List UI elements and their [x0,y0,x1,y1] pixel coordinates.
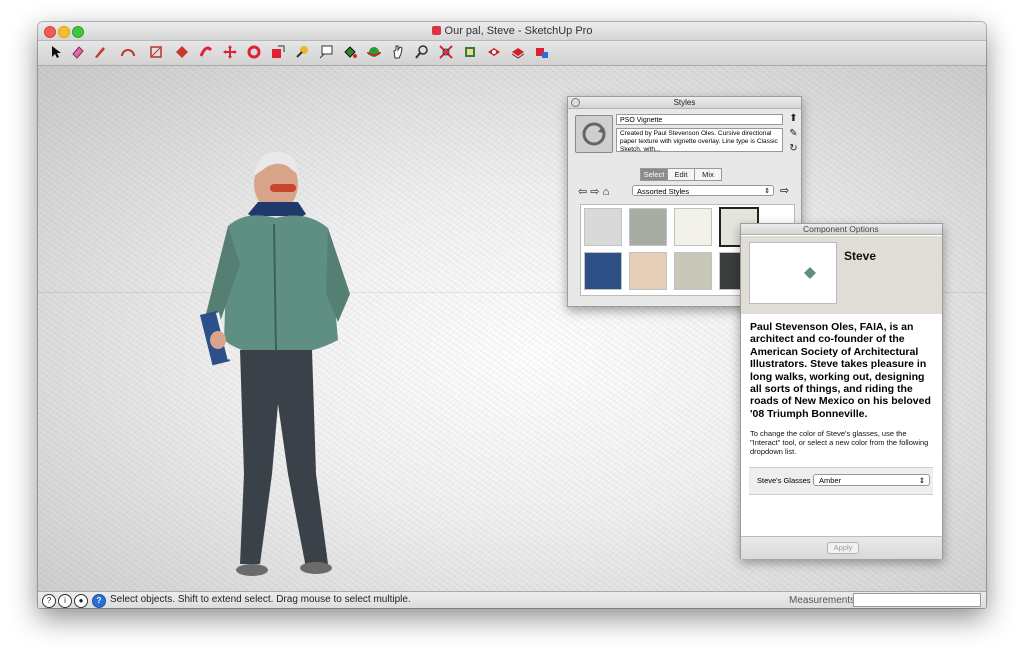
style-name-field[interactable]: PSO Vignette [616,114,783,125]
tab-edit[interactable]: Edit [667,168,695,181]
glasses-option-label: Steve's Glasses [757,476,811,485]
component-options-panel: Component Options Steve Paul Stevenson O… [740,223,943,559]
styles-tabs: Select Edit Mix [640,168,722,181]
rotate-tool-icon[interactable] [246,44,262,60]
measurements-label: Measurements [789,595,856,606]
component-name: Steve [844,249,877,263]
component-help-text: To change the color of Steve's glasses, … [750,429,929,456]
document-icon [431,26,441,35]
window-title: Our pal, Steve - SketchUp Pro [38,25,986,37]
orbit-tool-icon[interactable] [366,44,382,60]
eraser-tool-icon[interactable] [70,44,86,60]
zoom-extents-tool-icon[interactable] [438,44,454,60]
style-description-field[interactable]: Created by Paul Stevenson Oles. Cursive … [616,128,783,152]
component-header: Steve [741,236,942,314]
style-swatch[interactable] [674,208,712,246]
collection-dropdown[interactable]: Assorted Styles ⇕ [632,185,774,196]
close-panel-button[interactable] [571,98,580,107]
pencil-tool-icon[interactable] [92,44,108,60]
follow-me-tool-icon[interactable] [198,44,214,60]
push-pull-tool-icon[interactable] [174,44,190,60]
status-bar: ? i ● ? Select objects. Shift to extend … [38,591,986,608]
style-swatch[interactable] [629,208,667,246]
user-account-icon[interactable]: ● [74,594,88,608]
style-swatch[interactable] [584,208,622,246]
component-panel-title: Component Options [741,224,942,235]
status-hint: Select objects. Shift to extend select. … [110,594,411,605]
create-style-icon[interactable]: ⬆ [788,113,799,124]
back-arrow-icon[interactable]: ⇦ [578,186,587,198]
apply-button[interactable]: Apply [827,542,859,554]
zoom-tool-icon[interactable] [414,44,430,60]
pan-tool-icon[interactable] [390,44,406,60]
move-tool-icon[interactable] [222,44,238,60]
rectangle-tool-icon[interactable] [148,44,164,60]
help-icon[interactable]: ? [92,594,106,608]
glasses-color-dropdown[interactable]: Amber ⇕ [813,474,930,486]
component-footer: Apply [741,536,942,559]
paint-bucket-tool-icon[interactable] [342,44,358,60]
geo-location-icon[interactable]: ? [42,594,56,608]
tab-mix[interactable]: Mix [694,168,722,181]
send-to-layout-icon[interactable] [534,44,550,60]
extension-warehouse-icon[interactable] [510,44,526,60]
dropdown-chevron-icon: ⇕ [918,476,925,485]
tab-select[interactable]: Select [640,168,668,181]
dropdown-chevron-icon: ⇕ [764,188,770,195]
title-bar: Our pal, Steve - SketchUp Pro [38,22,986,41]
current-style-thumbnail[interactable] [575,115,613,153]
scale-tool-icon[interactable] [270,44,286,60]
steve-figure[interactable] [188,144,358,576]
style-swatch[interactable] [584,252,622,290]
credits-icon[interactable]: i [58,594,72,608]
tape-measure-tool-icon[interactable] [294,44,310,60]
styles-panel-title: Styles [568,97,801,109]
glasses-option-row: Steve's Glasses Amber ⇕ [749,467,933,495]
style-swatch[interactable] [674,252,712,290]
update-style-icon[interactable]: ✎ [788,128,799,139]
3d-warehouse-icon[interactable] [462,44,478,60]
main-toolbar [38,41,986,66]
share-model-icon[interactable] [486,44,502,60]
select-tool-icon[interactable] [48,44,64,60]
style-swatch[interactable] [629,252,667,290]
refresh-style-icon[interactable]: ↻ [788,143,799,154]
text-tool-icon[interactable] [318,44,334,60]
arc-tool-icon[interactable] [120,44,136,60]
style-nav: ⇦ ⇨ ⌂ [578,185,609,198]
home-icon[interactable]: ⌂ [603,186,610,198]
details-arrow-icon[interactable]: ⇨ [780,184,789,197]
component-description: Paul Stevenson Oles, FAIA, is an archite… [750,321,931,420]
measurements-input[interactable] [853,593,981,607]
forward-arrow-icon[interactable]: ⇨ [590,186,599,198]
component-thumbnail [749,242,837,304]
